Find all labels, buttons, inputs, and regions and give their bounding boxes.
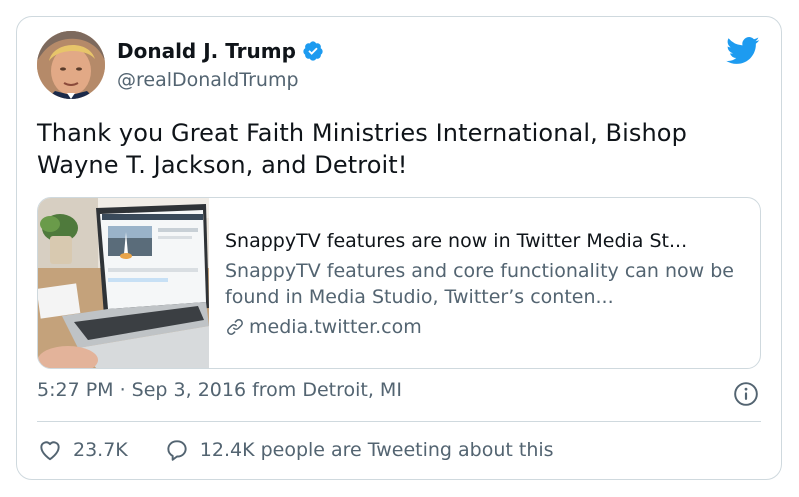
link-description: SnappyTV features and core functionality…: [225, 260, 734, 308]
info-icon[interactable]: [733, 381, 759, 407]
twitter-bird-icon[interactable]: [726, 37, 760, 65]
link-preview-card[interactable]: SnappyTV features are now in Twitter Med…: [37, 197, 761, 369]
tweet-text: Thank you Great Faith Ministries Interna…: [37, 119, 687, 179]
heart-icon: [40, 441, 60, 461]
link-card-body: SnappyTV features are now in Twitter Med…: [209, 198, 760, 368]
tweet-actions: 23.7K 12.4K people are Tweeting about th…: [37, 437, 554, 463]
link-domain: media.twitter.com: [249, 316, 422, 338]
tweeting-about-link[interactable]: 12.4K people are Tweeting about this: [164, 437, 554, 463]
like-button[interactable]: 23.7K: [37, 437, 128, 463]
link-icon: [227, 319, 243, 335]
like-count: 23.7K: [73, 439, 128, 461]
tweet-timestamp[interactable]: 5:27 PM · Sep 3, 2016 from Detroit, MI: [37, 379, 402, 401]
divider: [37, 421, 761, 422]
reply-bubble-icon: [167, 440, 187, 461]
link-thumbnail: [38, 198, 209, 368]
avatar[interactable]: [37, 31, 105, 99]
tweet-card: Donald J. Trump @realDonaldTrump Thank y…: [16, 16, 782, 480]
verified-badge-icon: [302, 40, 324, 62]
tweeting-count: 12.4K people are Tweeting about this: [199, 439, 554, 461]
author-handle[interactable]: @realDonaldTrump: [117, 69, 299, 91]
link-domain-row: media.twitter.com: [225, 314, 746, 340]
display-name[interactable]: Donald J. Trump: [117, 39, 296, 63]
author-name-row: Donald J. Trump: [117, 39, 324, 63]
link-title: SnappyTV features are now in Twitter Med…: [225, 230, 688, 252]
